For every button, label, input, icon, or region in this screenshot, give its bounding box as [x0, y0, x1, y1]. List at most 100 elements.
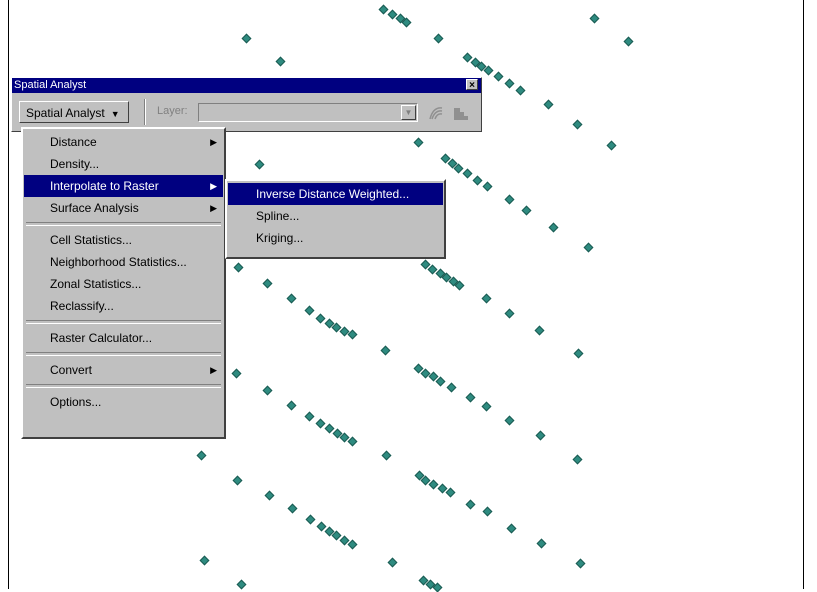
menu-item-surface-analysis[interactable]: Surface Analysis ▶: [24, 197, 223, 219]
map-frame-border: [8, 0, 9, 589]
layer-select[interactable]: ▼: [198, 103, 418, 122]
menu-item-label: Distance: [50, 135, 97, 149]
menu-item-interpolate-to-raster[interactable]: Interpolate to Raster ▶: [24, 175, 223, 197]
sample-point: [445, 487, 456, 498]
sample-point: [315, 313, 326, 324]
sample-point: [481, 293, 492, 304]
sample-point: [462, 168, 473, 179]
sample-point: [465, 499, 476, 510]
submenu-arrow-icon: ▶: [210, 181, 217, 191]
sample-point: [623, 36, 634, 47]
spatial-analyst-dropdown-button[interactable]: Spatial Analyst ▼: [19, 101, 129, 123]
toolbar-separator: [144, 99, 146, 125]
sample-point: [515, 85, 526, 96]
sample-point: [347, 539, 358, 550]
menu-item-cell-statistics[interactable]: Cell Statistics...: [24, 229, 223, 251]
sample-point: [465, 392, 476, 403]
menu-item-convert[interactable]: Convert ▶: [24, 359, 223, 381]
sample-point: [286, 293, 297, 304]
sample-point: [381, 450, 392, 461]
sample-point: [548, 222, 559, 233]
sample-point: [435, 376, 446, 387]
sample-point: [481, 401, 492, 412]
sample-point: [535, 430, 546, 441]
sample-point: [482, 181, 493, 192]
sample-point: [433, 33, 444, 44]
submenu-item-inverse-distance-weighted[interactable]: Inverse Distance Weighted...: [228, 183, 443, 205]
menu-item-label: Interpolate to Raster: [50, 179, 159, 193]
submenu-item-label: Kriging...: [256, 231, 304, 245]
menu-item-distance[interactable]: Distance ▶: [24, 131, 223, 153]
sample-point: [380, 345, 391, 356]
sample-point: [504, 194, 515, 205]
contour-icon[interactable]: [427, 104, 445, 122]
submenu-arrow-icon: ▶: [210, 137, 217, 147]
sample-point: [196, 450, 207, 461]
sample-point: [401, 17, 412, 28]
submenu-arrow-icon: ▶: [210, 203, 217, 213]
menu-item-label: Zonal Statistics...: [50, 277, 142, 291]
sample-point: [454, 280, 465, 291]
menu-item-label: Options...: [50, 395, 102, 409]
histogram-icon[interactable]: [452, 104, 470, 122]
sample-point: [506, 523, 517, 534]
submenu-item-kriging[interactable]: Kriging...: [228, 227, 443, 249]
menu-separator: [26, 320, 221, 324]
menu-item-density[interactable]: Density...: [24, 153, 223, 175]
sample-point: [347, 329, 358, 340]
sample-point: [504, 415, 515, 426]
sample-point: [453, 163, 464, 174]
menu-item-zonal-statistics[interactable]: Zonal Statistics...: [24, 273, 223, 295]
sample-point: [583, 242, 594, 253]
spatial-analyst-toolbar: Spatial Analyst × Spatial Analyst ▼ Layer…: [11, 77, 482, 132]
sample-point: [536, 538, 547, 549]
sample-point: [504, 78, 515, 89]
sample-point: [264, 490, 275, 501]
layer-dropdown-arrow-icon[interactable]: ▼: [401, 105, 416, 120]
layer-label: Layer:: [157, 105, 188, 117]
sample-point: [232, 475, 243, 486]
sample-point: [387, 557, 398, 568]
sample-point: [315, 418, 326, 429]
sample-point: [262, 385, 273, 396]
sample-point: [493, 71, 504, 82]
sample-point: [543, 99, 554, 110]
menu-item-label: Density...: [50, 157, 100, 171]
menu-separator: [26, 222, 221, 226]
sample-point: [572, 119, 583, 130]
menu-item-label: Reclassify...: [50, 299, 114, 313]
map-frame-border: [803, 0, 804, 589]
submenu-item-label: Inverse Distance Weighted...: [256, 187, 410, 201]
toolbar-title: Spatial Analyst: [14, 79, 87, 91]
menu-item-reclassify[interactable]: Reclassify...: [24, 295, 223, 317]
sample-point: [287, 503, 298, 514]
sample-point: [236, 579, 247, 590]
menu-item-raster-calculator[interactable]: Raster Calculator...: [24, 327, 223, 349]
menu-item-label: Surface Analysis: [50, 201, 139, 215]
sample-point: [573, 348, 584, 359]
sample-point: [575, 558, 586, 569]
sample-point: [347, 436, 358, 447]
sample-point: [504, 308, 515, 319]
menu-item-neighborhood-statistics[interactable]: Neighborhood Statistics...: [24, 251, 223, 273]
submenu-item-spline[interactable]: Spline...: [228, 205, 443, 227]
sample-point: [521, 205, 532, 216]
menu-item-label: Raster Calculator...: [50, 331, 153, 345]
sample-point: [275, 56, 286, 67]
chevron-down-icon: ▼: [110, 109, 120, 119]
toolbar-title-bar[interactable]: Spatial Analyst ×: [12, 78, 481, 93]
sample-point: [254, 159, 265, 170]
sample-point: [305, 514, 316, 525]
sample-point: [241, 33, 252, 44]
sample-point: [378, 4, 389, 15]
menu-item-options[interactable]: Options...: [24, 391, 223, 413]
spatial-analyst-dropdown-label: Spatial Analyst: [26, 106, 105, 120]
sample-point: [472, 175, 483, 186]
close-icon[interactable]: ×: [466, 79, 478, 91]
sample-point: [606, 140, 617, 151]
menu-item-label: Neighborhood Statistics...: [50, 255, 187, 269]
interpolate-submenu: Inverse Distance Weighted... Spline... Kri…: [225, 179, 446, 259]
sample-point: [199, 555, 210, 566]
spatial-analyst-menu: Distance ▶ Density... Interpolate to Raster…: [21, 127, 226, 439]
menu-item-label: Convert: [50, 363, 93, 377]
